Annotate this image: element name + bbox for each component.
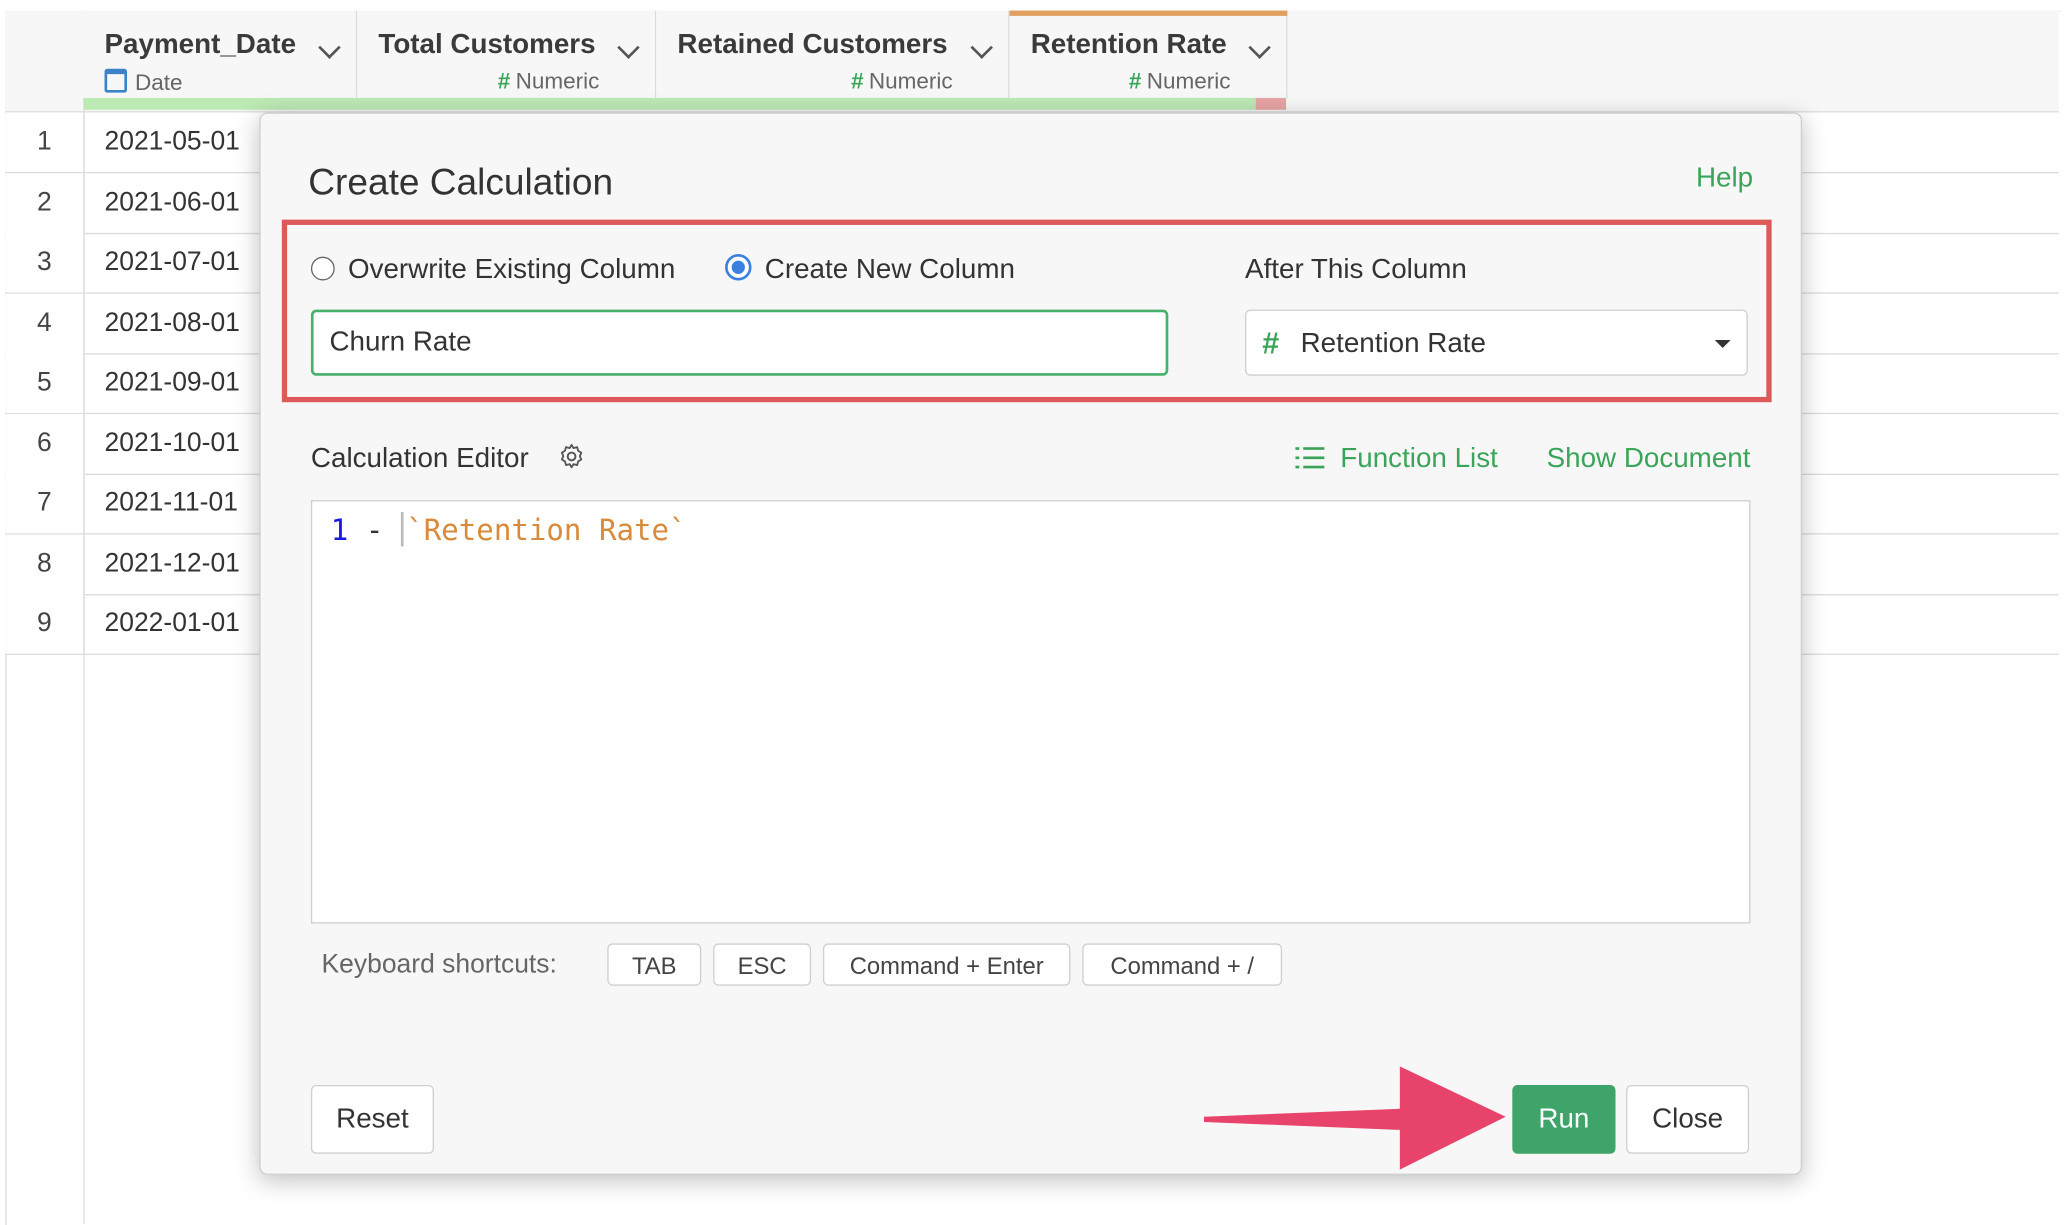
selected-column-indicator [1009,10,1288,16]
column-header-total-customers[interactable]: Total Customers # Numeric [357,10,657,98]
shortcut-tab: TAB [607,943,702,986]
reset-button[interactable]: Reset [310,1084,434,1154]
column-header-retention-rate[interactable]: Retention Rate # Numeric [1009,10,1288,98]
column-type: # Numeric [497,68,600,94]
dialog-title: Create Calculation [308,161,614,203]
cell-date[interactable]: 2022-01-01 [105,594,240,654]
stage: Payment_Date Date Total Customers # Numer… [0,0,2064,1225]
chevron-down-icon[interactable] [617,36,640,59]
row-number-column [5,111,85,1224]
caret-down-icon [1714,340,1731,348]
function-list-label: Function List [1340,443,1498,474]
column-header-payment-date[interactable]: Payment_Date Date [83,10,358,98]
shortcut-command-enter: Command + Enter [822,943,1071,986]
cell-date[interactable]: 2021-07-01 [105,233,240,293]
cell-date[interactable]: 2021-05-01 [105,112,240,172]
column-type: # Numeric [851,68,953,94]
keyboard-shortcuts-label: Keyboard shortcuts: [321,949,557,980]
cell-date[interactable]: 2021-12-01 [105,535,240,595]
code-number: 1 [330,514,349,548]
cell-date[interactable]: 2021-08-01 [105,294,240,354]
calculation-code-editor[interactable]: 1 - `Retention Rate` [310,500,1751,924]
radio-overwrite-existing-column[interactable]: Overwrite Existing Column [310,254,676,286]
after-column-select[interactable]: # Retention Rate [1245,309,1748,376]
code-operator: - [348,514,401,548]
selected-column-value: Retention Rate [1300,328,1486,359]
column-name: Total Customers [378,29,596,60]
cell-date[interactable]: 2021-11-01 [105,474,238,534]
column-type: Date [104,68,182,97]
column-type: # Numeric [1128,68,1231,94]
column-name: Retained Customers [677,29,948,60]
text-cursor [400,512,404,547]
cell-date[interactable]: 2021-06-01 [105,173,240,233]
cell-date[interactable]: 2021-09-01 [105,353,240,413]
pointer-arrow [1204,1066,1506,1170]
data-quality-bar-invalid [1255,97,1287,110]
radio-label: Create New Column [764,254,1015,285]
calendar-icon [104,68,128,93]
cell-date[interactable]: 2021-10-01 [105,414,240,474]
list-icon [1295,447,1325,469]
calculation-editor-label: Calculation Editor [310,443,529,474]
column-name: Retention Rate [1030,29,1227,60]
chevron-down-icon[interactable] [970,36,993,59]
show-document-link[interactable]: Show Document [1547,443,1751,475]
radio-label: Overwrite Existing Column [347,254,676,285]
run-button[interactable]: Run [1512,1084,1616,1154]
column-name: Payment_Date [104,29,297,60]
help-link[interactable]: Help [1696,163,1753,195]
radio-button-checked[interactable] [725,254,752,281]
code-line: 1 - `Retention Rate` [331,512,687,548]
create-calculation-dialog: Create Calculation Help Overwrite Existi… [259,112,1803,1175]
shortcut-command-slash: Command + / [1082,943,1283,986]
shortcut-esc: ESC [713,943,812,986]
code-column-reference: `Retention Rate` [406,514,687,548]
numeric-type-icon: # [1262,325,1280,360]
function-list-link[interactable]: Function List [1295,443,1498,475]
new-column-name-input[interactable] [310,309,1169,376]
gear-icon[interactable] [557,442,586,471]
radio-button-unchecked[interactable] [310,256,335,281]
chevron-down-icon[interactable] [1248,36,1271,59]
column-header-retained-customers[interactable]: Retained Customers # Numeric [656,10,1010,98]
close-button[interactable]: Close [1626,1084,1750,1154]
radio-create-new-column[interactable]: Create New Column [725,254,1015,286]
after-column-label: After This Column [1245,254,1467,285]
data-quality-bar [83,97,1256,110]
chevron-down-icon[interactable] [318,36,341,59]
grid-corner [5,10,85,113]
